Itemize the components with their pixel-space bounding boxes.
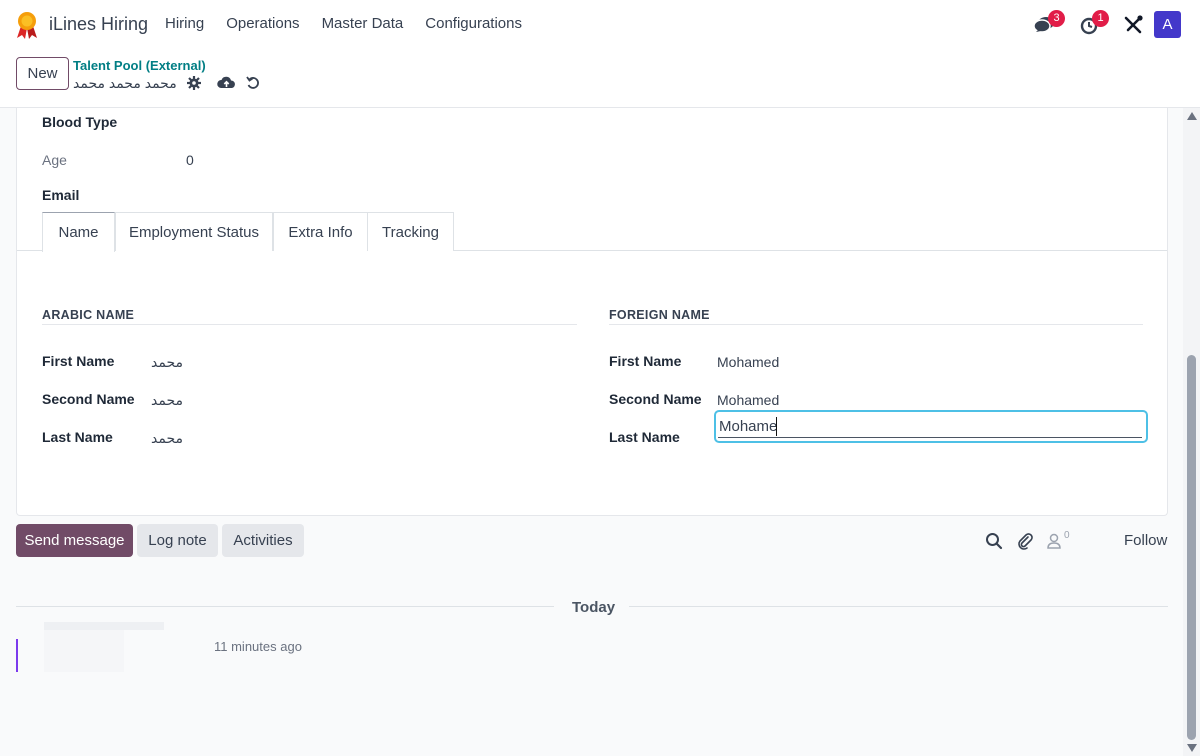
foreign-name-title: FOREIGN NAME: [609, 308, 710, 322]
arabic-second-name-label: Second Name: [42, 391, 135, 407]
foreign-last-name-label: Last Name: [609, 429, 680, 445]
arabic-first-name-label: First Name: [42, 353, 115, 369]
today-separator: Today: [572, 599, 616, 616]
blood-type-label: Blood Type: [42, 114, 118, 130]
menu-configurations[interactable]: Configurations: [425, 15, 522, 32]
record-name: محمد محمد محمد: [73, 75, 177, 91]
arabic-last-name-label: Last Name: [42, 429, 113, 445]
scroll-down-arrow-icon[interactable]: [1187, 744, 1197, 752]
follow-button[interactable]: Follow: [1124, 532, 1167, 549]
tab-tracking[interactable]: Tracking: [367, 212, 454, 251]
arabic-name-divider: [42, 324, 577, 325]
cloud-upload-icon[interactable]: [217, 75, 236, 91]
arabic-second-name-value[interactable]: محمد: [151, 392, 183, 409]
gear-icon[interactable]: [186, 75, 202, 91]
menu-master-data[interactable]: Master Data: [322, 15, 404, 32]
tab-extra-info[interactable]: Extra Info: [273, 212, 368, 251]
menu-hiring[interactable]: Hiring: [165, 15, 204, 32]
tab-employment-status[interactable]: Employment Status: [115, 212, 273, 251]
log-note-button[interactable]: Log note: [137, 524, 218, 557]
app-name[interactable]: iLines Hiring: [49, 14, 148, 35]
form-content: Blood Type Age 0 Email Name Employment S…: [0, 108, 1183, 756]
age-label: Age: [42, 152, 67, 168]
today-divider-right: [629, 606, 1168, 607]
foreign-last-name-value: Mohame: [719, 418, 778, 435]
age-value[interactable]: 0: [186, 152, 194, 168]
follower-count: 0: [1064, 530, 1070, 541]
activities-badge: 1: [1092, 10, 1109, 27]
control-panel: New Talent Pool (External) محمد محمد محم…: [0, 49, 1200, 108]
arabic-name-title: ARABIC NAME: [42, 308, 135, 322]
menu-operations[interactable]: Operations: [226, 15, 299, 32]
message-accent-bar: [16, 639, 18, 672]
main-menu: Hiring Operations Master Data Configurat…: [165, 15, 522, 32]
activities-button[interactable]: Activities: [222, 524, 304, 557]
messages-badge: 3: [1048, 10, 1065, 27]
foreign-name-divider: [609, 324, 1143, 325]
scrollbar-thumb[interactable]: [1187, 355, 1196, 740]
foreign-first-name-label: First Name: [609, 353, 682, 369]
search-icon[interactable]: [985, 532, 1003, 550]
new-button[interactable]: New: [16, 57, 69, 90]
message-timestamp: 11 minutes ago: [214, 639, 302, 654]
vertical-scrollbar[interactable]: [1183, 108, 1200, 756]
user-avatar[interactable]: A: [1154, 11, 1181, 38]
discard-undo-icon[interactable]: [245, 75, 261, 91]
paperclip-icon[interactable]: [1016, 532, 1034, 550]
followers-user-icon[interactable]: [1045, 532, 1063, 550]
scroll-up-arrow-icon[interactable]: [1187, 112, 1197, 120]
form-sheet: Blood Type Age 0 Email Name Employment S…: [16, 108, 1168, 516]
email-label: Email: [42, 187, 80, 203]
tab-name[interactable]: Name: [42, 212, 115, 252]
text-caret: [776, 417, 777, 436]
input-underline: [718, 437, 1142, 438]
notebook-tabs: Name Employment Status Extra Info Tracki…: [17, 212, 1167, 252]
foreign-second-name-label: Second Name: [609, 391, 702, 407]
award-logo-icon[interactable]: [16, 11, 38, 39]
top-navbar: iLines Hiring Hiring Operations Master D…: [0, 0, 1200, 49]
arabic-first-name-value[interactable]: محمد: [151, 354, 183, 371]
send-message-button[interactable]: Send message: [16, 524, 133, 557]
arabic-last-name-value[interactable]: محمد: [151, 430, 183, 447]
today-divider-left: [16, 606, 554, 607]
foreign-first-name-value[interactable]: Mohamed: [717, 354, 779, 370]
foreign-last-name-input[interactable]: Mohame: [714, 410, 1148, 443]
foreign-second-name-value[interactable]: Mohamed: [717, 392, 779, 408]
message-author-placeholder: [44, 622, 164, 630]
breadcrumb-talent-pool[interactable]: Talent Pool (External): [73, 58, 206, 73]
tools-icon[interactable]: [1121, 12, 1147, 38]
